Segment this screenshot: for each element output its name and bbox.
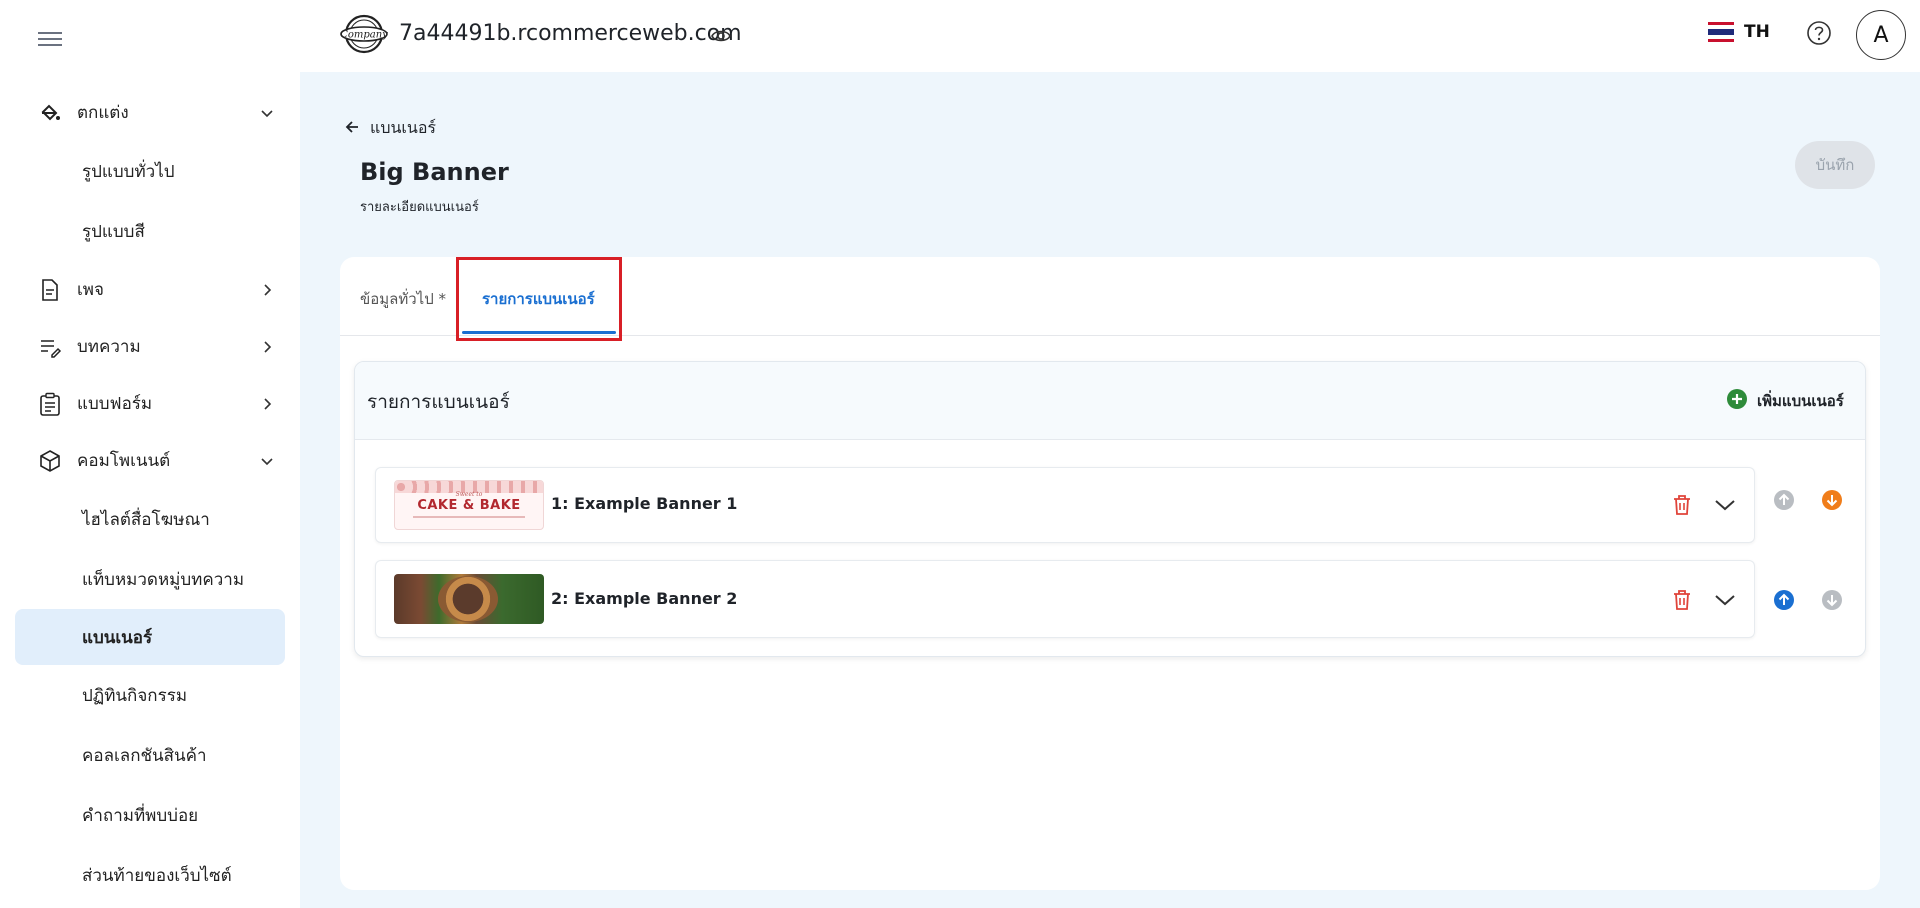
- page-title: Big Banner: [360, 158, 509, 186]
- sidebar-item-decorate[interactable]: ตกแต่ง: [0, 84, 300, 141]
- component-box-icon: [38, 449, 62, 473]
- banner-row[interactable]: Sweet to CAKE & BAKE 1: Example Banner 1: [375, 467, 1755, 543]
- topbar: Company 7a44491b.rcommerceweb.com TH A: [300, 0, 1920, 72]
- thai-flag-icon: [1708, 22, 1734, 42]
- sidebar-item-form[interactable]: แบบฟอร์ม: [0, 375, 300, 432]
- form-clipboard-icon: [38, 392, 62, 416]
- move-up-icon[interactable]: [1773, 589, 1795, 611]
- sidebar-nav: ตกแต่ง รูปแบบทั่วไป รูปแบบสี เพจ บทความ: [0, 84, 300, 905]
- page-icon: [38, 278, 62, 302]
- arrow-left-icon: [344, 119, 360, 139]
- thumbnail-small-text: Sweet to: [455, 491, 483, 498]
- avatar[interactable]: A: [1856, 10, 1906, 60]
- plus-circle-icon: [1727, 389, 1747, 413]
- banner-list-panel: รายการแบนเนอร์ เพิ่มแบนเนอร์ Sweet to CA…: [354, 361, 1866, 657]
- sidebar-item-label: คำถามที่พบบ่อย: [82, 805, 199, 826]
- language-code: TH: [1744, 22, 1770, 42]
- page-subtitle: รายละเอียดแบนเนอร์: [360, 200, 479, 215]
- sidebar-item-label: บทความ: [77, 337, 141, 357]
- chevron-down-icon[interactable]: [1714, 496, 1736, 514]
- trash-icon[interactable]: [1672, 589, 1692, 611]
- tab-bar: ข้อมูลทั่วไป * รายการแบนเนอร์: [340, 257, 1880, 341]
- banner-list-title: รายการแบนเนอร์: [367, 391, 510, 413]
- sidebar-item-general-style[interactable]: รูปแบบทั่วไป: [0, 141, 300, 201]
- move-up-icon[interactable]: [1773, 489, 1795, 511]
- save-button[interactable]: บันทึก: [1795, 141, 1875, 189]
- move-down-icon[interactable]: [1821, 589, 1843, 611]
- sidebar-item-label: คอลเลกชันสินค้า: [82, 745, 207, 766]
- sidebar-item-color-style[interactable]: รูปแบบสี: [0, 201, 300, 261]
- sidebar-item-article-category-tabs[interactable]: แท็บหมวดหมู่บทความ: [0, 549, 300, 609]
- banner-name: 1: Example Banner 1: [551, 494, 738, 513]
- sidebar-item-article[interactable]: บทความ: [0, 318, 300, 375]
- sidebar-item-label: แท็บหมวดหมู่บทความ: [82, 569, 245, 590]
- sidebar-item-label: ปฏิทินกิจกรรม: [82, 685, 188, 706]
- chevron-right-icon: [259, 396, 275, 412]
- add-banner-label: เพิ่มแบนเนอร์: [1757, 392, 1844, 410]
- sidebar-item-label: รูปแบบสี: [82, 221, 145, 242]
- thumbnail-title-text: CAKE & BAKE: [417, 498, 521, 513]
- sidebar-item-event-calendar[interactable]: ปฏิทินกิจกรรม: [0, 665, 300, 725]
- sidebar-item-label: รูปแบบทั่วไป: [82, 161, 175, 182]
- paint-bucket-icon: [38, 101, 62, 125]
- trash-icon[interactable]: [1672, 494, 1692, 516]
- sidebar: ตกแต่ง รูปแบบทั่วไป รูปแบบสี เพจ บทความ: [0, 0, 300, 908]
- banner-row[interactable]: 2: Example Banner 2: [375, 560, 1755, 638]
- language-selector[interactable]: TH: [1708, 22, 1770, 42]
- sidebar-item-label: แบบฟอร์ม: [77, 394, 153, 414]
- chevron-down-icon: [259, 453, 275, 469]
- move-down-icon[interactable]: [1821, 489, 1843, 511]
- banner-list-header: รายการแบนเนอร์ เพิ่มแบนเนอร์: [355, 362, 1865, 440]
- banner-thumbnail: Sweet to CAKE & BAKE: [394, 480, 544, 530]
- sidebar-item-media-highlight[interactable]: ไฮไลต์สื่อโฆษณา: [0, 489, 300, 549]
- chevron-right-icon: [259, 339, 275, 355]
- chevron-down-icon[interactable]: [1714, 591, 1736, 609]
- sidebar-item-faq[interactable]: คำถามที่พบบ่อย: [0, 785, 300, 845]
- sidebar-item-label: ส่วนท้ายของเว็บไซต์: [82, 865, 232, 886]
- article-edit-icon: [38, 335, 62, 359]
- sidebar-item-label: คอมโพเนนต์: [77, 451, 171, 471]
- sidebar-item-product-collection[interactable]: คอลเลกชันสินค้า: [0, 725, 300, 785]
- sidebar-item-label: แบนเนอร์: [82, 627, 153, 648]
- sidebar-item-label: ไฮไลต์สื่อโฆษณา: [82, 509, 210, 530]
- back-link[interactable]: แบนเนอร์: [344, 116, 436, 141]
- hamburger-menu-icon[interactable]: [38, 28, 62, 52]
- content-card: ข้อมูลทั่วไป * รายการแบนเนอร์ รายการแบนเ…: [340, 257, 1880, 890]
- help-icon[interactable]: [1806, 20, 1832, 46]
- site-domain: 7a44491b.rcommerceweb.com: [399, 21, 742, 46]
- sidebar-item-banner[interactable]: แบนเนอร์: [15, 609, 285, 665]
- tab-general-info[interactable]: ข้อมูลทั่วไป *: [360, 287, 446, 311]
- chevron-down-icon: [259, 105, 275, 121]
- sidebar-item-label: เพจ: [77, 280, 104, 300]
- chevron-right-icon: [259, 282, 275, 298]
- banner-name: 2: Example Banner 2: [551, 589, 738, 608]
- highlight-box: [456, 257, 622, 341]
- banner-thumbnail: [394, 574, 544, 624]
- sidebar-item-footer[interactable]: ส่วนท้ายของเว็บไซต์: [0, 845, 300, 905]
- add-banner-button[interactable]: เพิ่มแบนเนอร์: [1727, 389, 1844, 413]
- eye-icon[interactable]: [710, 25, 732, 47]
- company-logo: Company: [340, 14, 388, 54]
- back-link-label: แบนเนอร์: [370, 118, 437, 137]
- sidebar-item-page[interactable]: เพจ: [0, 261, 300, 318]
- sidebar-item-label: ตกแต่ง: [77, 103, 129, 123]
- logo-text: Company: [340, 30, 388, 41]
- sidebar-item-component[interactable]: คอมโพเนนต์: [0, 432, 300, 489]
